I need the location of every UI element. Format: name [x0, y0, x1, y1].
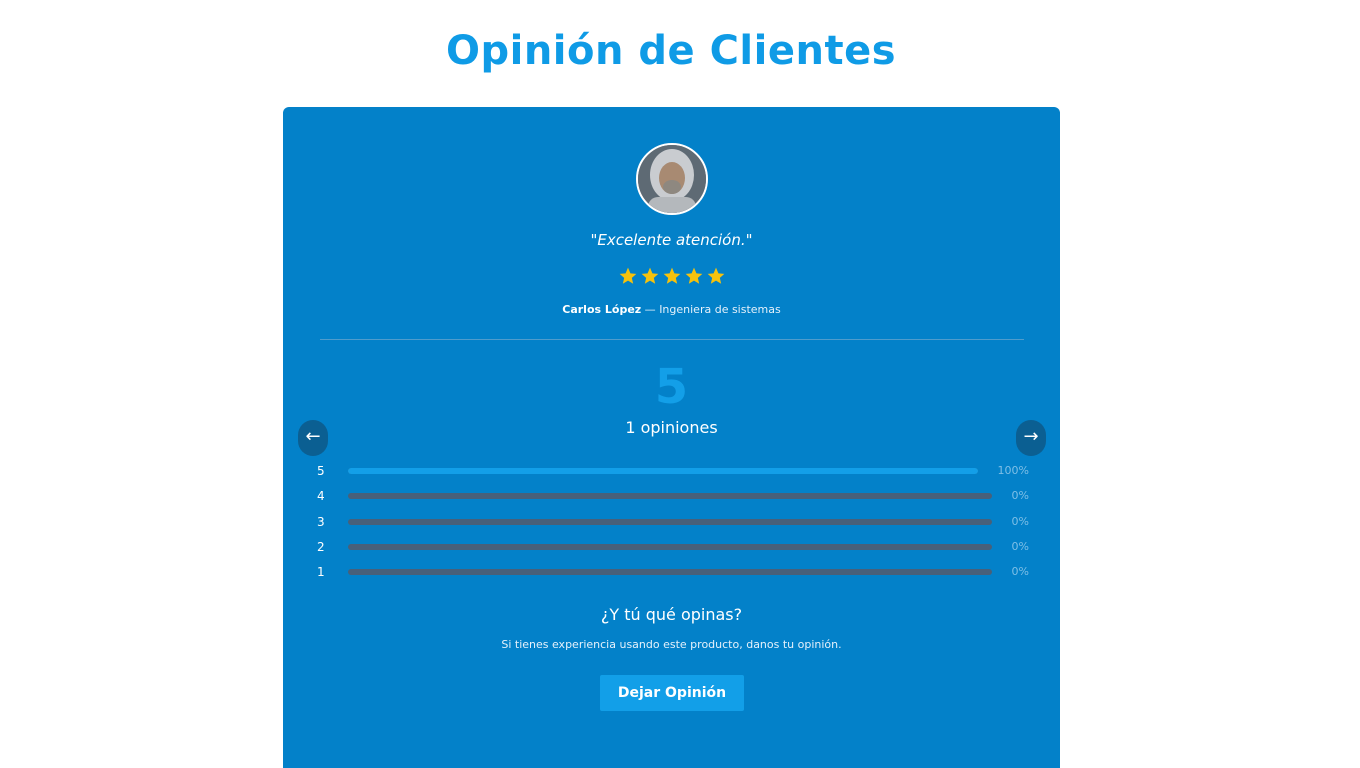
rating-row-label: 1 — [317, 565, 325, 579]
author-role: Ingeniera de sistemas — [659, 303, 781, 316]
author-separator: — — [641, 303, 660, 316]
cta-title: ¿Y tú qué opinas? — [600, 605, 743, 624]
user-photo-icon — [638, 145, 706, 213]
reviews-count: 1 opiniones — [625, 418, 718, 437]
rating-bar-track — [348, 544, 992, 550]
average-rating: 5 — [654, 359, 689, 415]
cta-text: Si tienes experiencia usando este produc… — [501, 638, 842, 651]
star-icon — [619, 267, 636, 284]
rating-row-percent: 0% — [1011, 489, 1029, 502]
rating-row-percent: 100% — [997, 464, 1029, 477]
rating-bar-fill — [348, 468, 978, 474]
rating-row-label: 2 — [317, 540, 325, 554]
testimonial-quote: "Excelente atención." — [590, 231, 753, 249]
divider — [320, 339, 1024, 340]
star-icon — [685, 267, 702, 284]
star-icon — [641, 267, 658, 284]
testimonial-author: Carlos López — Ingeniera de sistemas — [283, 303, 1060, 316]
rating-row-label: 5 — [317, 464, 325, 478]
rating-stars — [283, 266, 1060, 286]
rating-row: 5 100% — [317, 463, 1029, 479]
star-icon — [707, 267, 724, 284]
rating-row-label: 3 — [317, 515, 325, 529]
rating-row-percent: 0% — [1011, 565, 1029, 578]
rating-row-label: 4 — [317, 489, 325, 503]
rating-bar-track — [348, 569, 992, 575]
author-name: Carlos López — [562, 303, 642, 316]
reviews-card: "Excelente atención." Carlos López — Ing… — [283, 107, 1060, 768]
rating-row: 3 0% — [317, 514, 1029, 530]
rating-row-percent: 0% — [1011, 540, 1029, 553]
rating-bar-track — [348, 519, 992, 525]
rating-bar-track — [348, 468, 978, 474]
page-title: Opinión de Clientes — [445, 28, 897, 74]
rating-row: 1 0% — [317, 564, 1029, 580]
rating-row-percent: 0% — [1011, 515, 1029, 528]
rating-row: 4 0% — [317, 488, 1029, 504]
page: Opinión de Clientes "Excelente atención.… — [0, 0, 1360, 768]
leave-review-button[interactable]: Dejar Opinión — [600, 675, 744, 711]
rating-bar-track — [348, 493, 992, 499]
rating-row: 2 0% — [317, 539, 1029, 555]
avatar — [636, 143, 708, 215]
star-icon — [663, 267, 680, 284]
